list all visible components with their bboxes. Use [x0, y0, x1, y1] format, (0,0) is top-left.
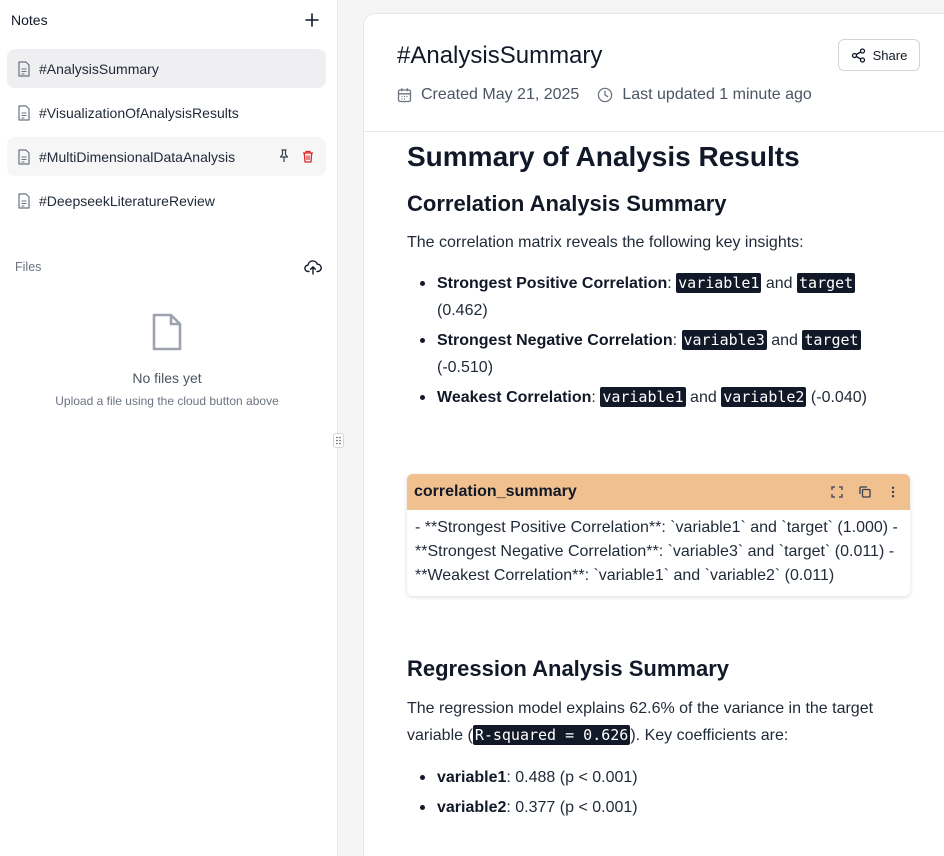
- created-date: Created May 21, 2025: [397, 86, 579, 104]
- empty-subtitle: Upload a file using the cloud button abo…: [55, 394, 279, 408]
- plus-icon: [305, 13, 319, 27]
- more-button[interactable]: [884, 483, 902, 501]
- note-header: #AnalysisSummary Created May 21, 2025 La…: [364, 14, 944, 132]
- note-item-label: #VisualizationOfAnalysisResults: [39, 104, 239, 121]
- app-root: Notes #AnalysisSummary #VisualizationOfA…: [0, 0, 944, 856]
- list-item: Weakest Correlation: variable1 and varia…: [407, 384, 887, 411]
- share-icon: [851, 47, 865, 63]
- more-vertical-icon: [891, 486, 895, 498]
- copy-button[interactable]: [856, 483, 874, 501]
- note-title: #AnalysisSummary: [397, 42, 603, 69]
- list-item: variable1: 0.488 (p < 0.001): [407, 764, 927, 791]
- calendar-icon: [397, 88, 412, 103]
- expand-button[interactable]: [828, 483, 846, 501]
- regression-list: variable1: 0.488 (p < 0.001) variable2: …: [407, 764, 927, 821]
- document-icon: [17, 60, 31, 77]
- sidebar-resize-handle[interactable]: [333, 433, 344, 448]
- updated-text: Last updated 1 minute ago: [622, 86, 812, 103]
- note-actions: [278, 149, 314, 163]
- document-icon: [17, 192, 31, 209]
- upload-button[interactable]: [304, 259, 322, 275]
- correlation-heading: Correlation Analysis Summary: [407, 191, 727, 216]
- clock-icon: [598, 87, 613, 103]
- regression-paragraph: The regression model explains 62.6% of t…: [407, 700, 874, 745]
- copy-icon: [859, 486, 871, 498]
- created-text: Created May 21, 2025: [421, 86, 580, 103]
- grip-icon: [336, 436, 341, 445]
- files-label: Files: [15, 260, 42, 274]
- pin-button[interactable]: [278, 149, 290, 163]
- note-meta: Created May 21, 2025 Last updated 1 minu…: [397, 86, 812, 104]
- updated-time: Last updated 1 minute ago: [597, 86, 812, 104]
- share-label: Share: [872, 47, 908, 63]
- note-item-analysis-summary[interactable]: #AnalysisSummary: [7, 49, 326, 88]
- widget-tools: [828, 483, 902, 501]
- pin-icon: [279, 149, 289, 162]
- cloud-upload-icon: [304, 260, 322, 275]
- correlation-list: Strongest Positive Correlation: variable…: [407, 270, 887, 411]
- note-item-label: #DeepseekLiteratureReview: [39, 192, 215, 209]
- r-squared-code: R-squared = 0.626: [472, 725, 631, 745]
- widget-title: correlation_summary: [414, 483, 577, 500]
- list-item: Strongest Positive Correlation: variable…: [407, 270, 887, 324]
- note-content: Summary of Analysis Results Correlation …: [407, 140, 927, 821]
- share-button[interactable]: Share: [838, 39, 920, 71]
- sidebar-header: Notes: [11, 10, 321, 30]
- note-item-multidimensional[interactable]: #MultiDimensionalDataAnalysis: [7, 137, 326, 176]
- doc-heading-1: Summary of Analysis Results: [407, 141, 800, 172]
- trash-icon: [303, 150, 313, 163]
- empty-title: No files yet: [132, 370, 202, 386]
- note-item-visualization[interactable]: #VisualizationOfAnalysisResults: [7, 93, 326, 132]
- sidebar: Notes #AnalysisSummary #VisualizationOfA…: [0, 0, 338, 856]
- add-note-button[interactable]: [303, 11, 321, 29]
- delete-button[interactable]: [302, 150, 314, 163]
- regression-heading: Regression Analysis Summary: [407, 656, 729, 681]
- note-item-deepseek[interactable]: #DeepseekLiteratureReview: [7, 181, 326, 220]
- note-item-label: #AnalysisSummary: [39, 60, 159, 77]
- list-item: variable2: 0.377 (p < 0.001): [407, 794, 927, 821]
- correlation-intro: The correlation matrix reveals the follo…: [407, 234, 804, 251]
- widget-body: - **Strongest Positive Correlation**: `v…: [415, 519, 898, 584]
- expand-icon: [831, 486, 843, 498]
- document-icon: [17, 104, 31, 121]
- note-item-label: #MultiDimensionalDataAnalysis: [39, 148, 236, 165]
- files-section-header: Files: [15, 256, 322, 278]
- widget-header: correlation_summary: [407, 474, 910, 510]
- list-item: Strongest Negative Correlation: variable…: [407, 327, 887, 381]
- file-icon: [152, 313, 182, 351]
- files-empty-state: No files yet Upload a file using the clo…: [0, 313, 334, 408]
- variable-widget: correlation_summary - **Strongest Positi…: [407, 474, 910, 596]
- note-panel: #AnalysisSummary Created May 21, 2025 La…: [363, 13, 944, 856]
- sidebar-title: Notes: [11, 12, 48, 28]
- document-icon: [17, 148, 31, 165]
